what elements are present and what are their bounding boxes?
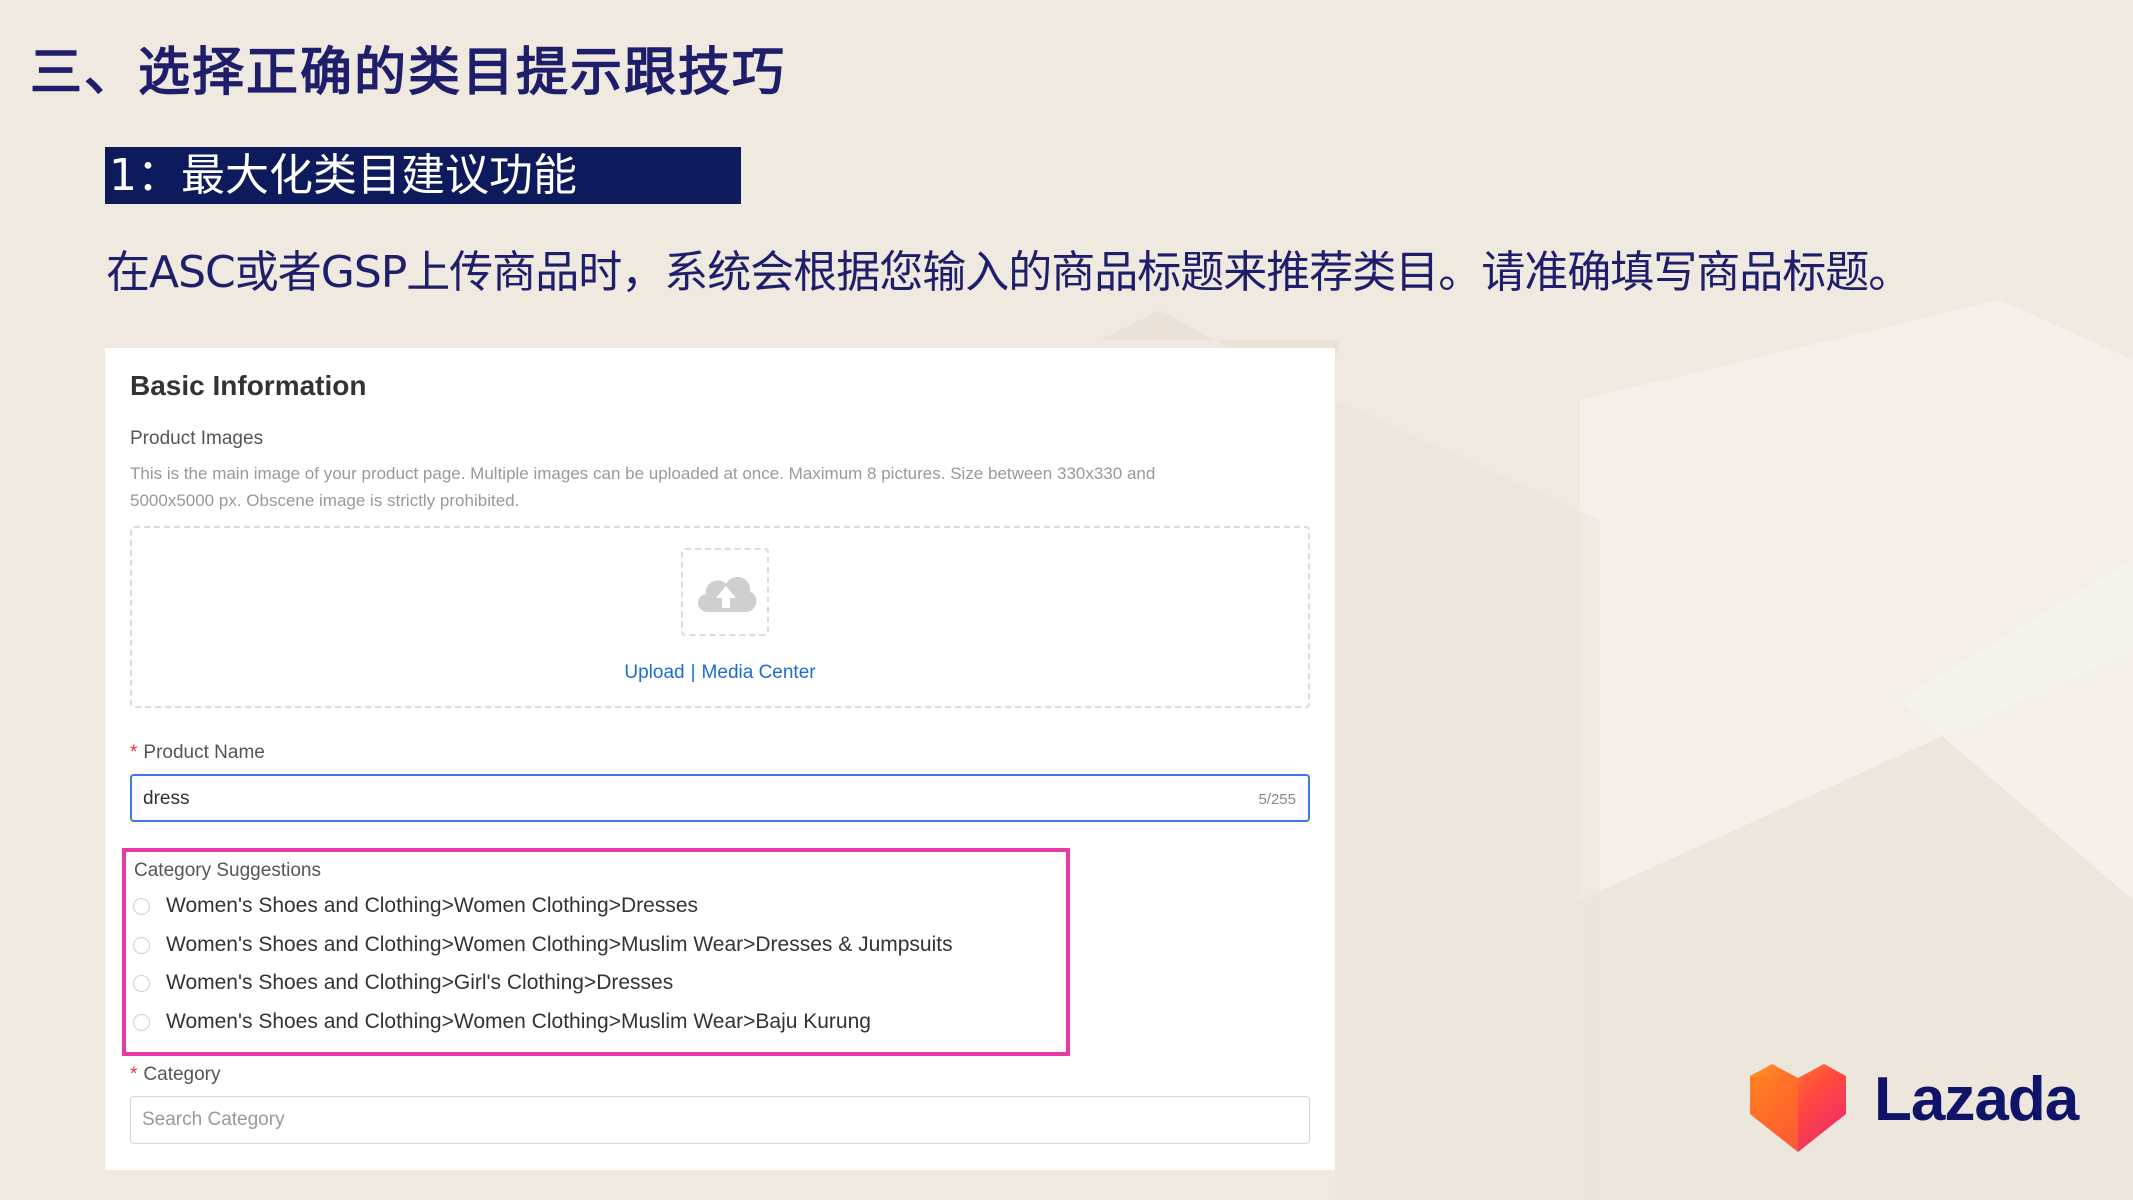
required-mark: * (130, 742, 138, 763)
product-images-label: Product Images (130, 428, 264, 449)
image-upload-area[interactable]: Upload | Media Center (130, 526, 1310, 708)
media-center-link[interactable]: Media Center (702, 662, 816, 683)
product-name-label-text: Product Name (143, 742, 265, 763)
category-placeholder: Search Category (142, 1109, 285, 1130)
product-name-label: * Product Name (130, 742, 265, 764)
product-images-help: This is the main image of your product p… (130, 464, 1156, 510)
category-suggestion-option[interactable]: Women's Shoes and Clothing>Women Clothin… (133, 930, 953, 960)
category-label-text: Category (143, 1064, 221, 1085)
basic-information-form: Basic Information Product Images This is… (105, 348, 1335, 1170)
upload-dropzone[interactable] (681, 548, 769, 636)
category-label: * Category (130, 1064, 221, 1086)
suggestion-text: Women's Shoes and Clothing>Women Clothin… (166, 1010, 871, 1033)
suggestion-text: Women's Shoes and Clothing>Girl's Clothi… (166, 971, 674, 994)
radio-button[interactable] (133, 974, 150, 992)
product-name-input[interactable]: dress 5/255 (130, 774, 1310, 822)
upload-link[interactable]: Upload (624, 662, 684, 683)
slide-description: 在ASC或者GSP上传商品时，系统会根据您输入的商品标题来推荐类目。请准确填写商… (106, 247, 1912, 298)
lazada-logo: Lazada (1742, 1062, 2079, 1157)
radio-button[interactable] (133, 1013, 150, 1031)
suggestion-text: Women's Shoes and Clothing>Women Clothin… (166, 933, 953, 956)
lazada-heart-icon (1750, 1064, 1846, 1152)
suggestion-text: Women's Shoes and Clothing>Women Clothin… (166, 894, 699, 917)
upload-links: Upload | Media Center (132, 662, 1308, 684)
category-suggestions-label: Category Suggestions (134, 860, 321, 881)
product-name-value: dress (143, 788, 190, 809)
radio-button[interactable] (133, 936, 150, 954)
required-mark: * (130, 1064, 138, 1085)
category-search-input[interactable]: Search Category (130, 1096, 1310, 1144)
category-suggestion-option[interactable]: Women's Shoes and Clothing>Women Clothin… (133, 891, 698, 921)
category-suggestion-option[interactable]: Women's Shoes and Clothing>Girl's Clothi… (133, 968, 673, 998)
category-suggestion-option[interactable]: Women's Shoes and Clothing>Women Clothin… (133, 1007, 871, 1037)
character-counter: 5/255 (1258, 791, 1296, 808)
radio-button[interactable] (133, 897, 150, 915)
form-title: Basic Information (130, 370, 367, 401)
section-subtitle: 1：最大化类目建议功能 (105, 147, 741, 204)
cloud-upload-icon (697, 577, 757, 612)
category-suggestions-highlight: Category Suggestions Women's Shoes and C… (122, 848, 1070, 1056)
link-separator: | (690, 662, 696, 683)
slide-title: 三、选择正确的类目提示跟技巧 (30, 43, 787, 103)
lazada-wordmark: Lazada (1874, 1065, 2079, 1134)
